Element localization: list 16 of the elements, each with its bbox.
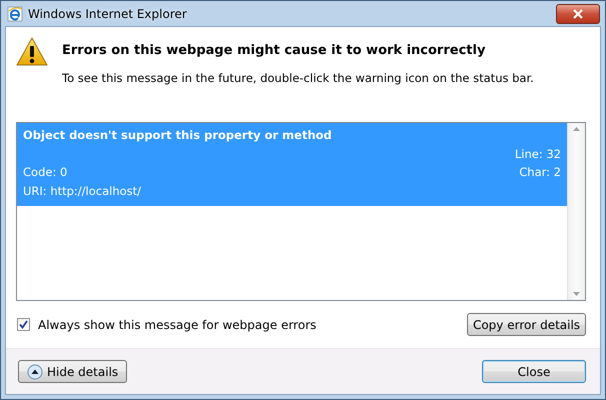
scrollbar[interactable] [567, 123, 585, 300]
hide-details-button[interactable]: Hide details [18, 360, 128, 383]
close-button[interactable] [556, 4, 600, 24]
scroll-up-icon[interactable] [573, 127, 580, 131]
checkbox-label[interactable]: Always show this message for webpage errors [38, 318, 316, 332]
warning-icon [16, 36, 48, 68]
dialog-heading: Errors on this webpage might cause it to work incorrectly [62, 43, 486, 58]
hint-text: To see this message in the future, double-click the warning icon on the status bar. [62, 71, 534, 85]
checkbox[interactable] [17, 318, 30, 331]
copy-details-button[interactable]: Copy error details [467, 313, 586, 336]
window-title: Windows Internet Explorer [28, 6, 187, 20]
collapse-up-icon [27, 364, 43, 380]
close-dialog-button[interactable]: Close [482, 360, 586, 383]
close-icon [572, 8, 584, 18]
scroll-down-icon[interactable] [573, 292, 580, 296]
browser-logo-icon [7, 6, 23, 22]
